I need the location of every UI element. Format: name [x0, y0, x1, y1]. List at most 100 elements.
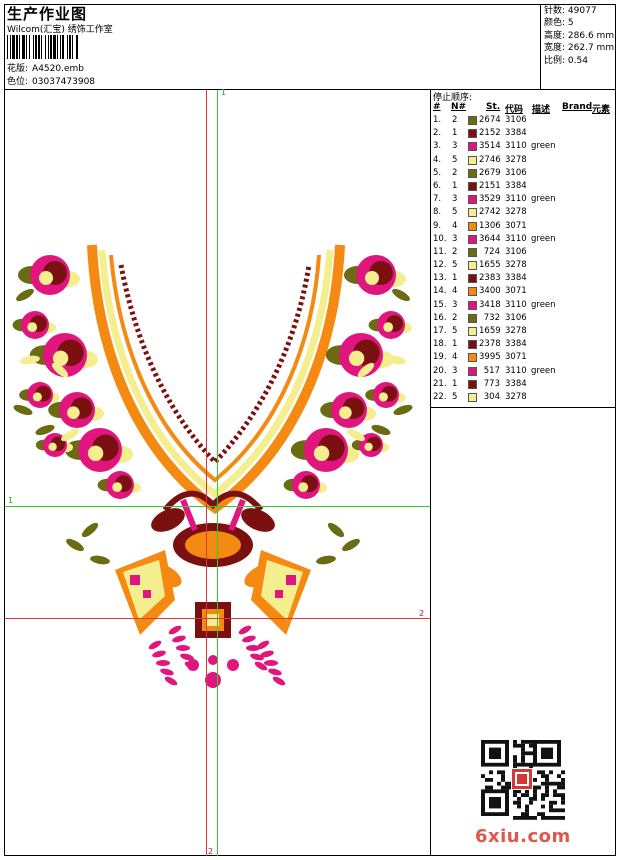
thread-swatch	[468, 208, 477, 218]
stop-color-number: 3	[452, 233, 458, 244]
stop-stitch-count: 3418	[479, 299, 501, 310]
stop-thread-code: 3106	[505, 312, 527, 323]
red-vertical-guide	[206, 90, 207, 856]
stop-description: green	[531, 233, 556, 244]
stop-thread-code: 3278	[505, 154, 527, 165]
stop-thread-code: 3278	[505, 260, 527, 271]
design-stats: 针数: 49077 颜色: 5 高度: 286.6 mm 宽度: 262.7 m…	[544, 5, 614, 67]
stop-stitch-count: 724	[483, 246, 500, 257]
color-sequence-label: 色位:	[7, 77, 29, 87]
panel-bottom-divider	[430, 407, 616, 408]
thread-swatch	[468, 142, 477, 152]
stop-stitch-count: 304	[483, 391, 500, 402]
stop-stitch-count: 517	[483, 365, 500, 376]
thread-swatch	[468, 261, 477, 271]
stop-index: 13.	[433, 273, 447, 284]
stop-stitch-count: 732	[483, 312, 500, 323]
stop-row: 17. 5 1659 3278	[433, 325, 615, 338]
thread-swatch	[468, 327, 477, 336]
red-vertical-guide-label: 2	[208, 847, 214, 856]
stop-stitch-count: 3400	[479, 286, 501, 297]
stop-row: 15. 3 3418 3110 green	[433, 299, 615, 312]
stop-color-number: 4	[452, 220, 458, 231]
green-vertical-guide	[217, 90, 218, 856]
stop-row: 6. 1 2151 3384	[433, 180, 615, 193]
site-watermark: 6xiu.com	[475, 826, 571, 847]
stop-thread-code: 3278	[505, 391, 527, 402]
thread-swatch	[468, 155, 477, 165]
stop-stitch-count: 3514	[479, 141, 501, 152]
stop-color-number: 1	[452, 180, 458, 191]
stop-row: 5. 2 2679 3106	[433, 167, 615, 180]
file-info: 花版: A4520.emb	[7, 61, 84, 74]
stop-color-number: 1	[452, 273, 458, 284]
stat-row: 高度: 286.6 mm	[544, 30, 615, 41]
stop-color-number: 4	[452, 352, 458, 363]
stop-row: 4. 5 2746 3278	[433, 154, 615, 167]
stop-sequence-table: 1. 2 2674 3106 2. 1 2152 3384 3. 3 3514 3110 green 4.…	[433, 114, 615, 404]
stop-color-number: 1	[452, 378, 458, 389]
thread-swatch	[468, 168, 477, 178]
stop-stitch-count: 1659	[479, 326, 501, 336]
stop-index: 16.	[433, 312, 447, 323]
thread-swatch	[468, 116, 477, 125]
green-horizontal-guide-label: 1	[8, 496, 14, 505]
stop-row: 2. 1 2152 3384	[433, 127, 615, 140]
stop-index: 18.	[433, 339, 447, 350]
stop-row: 18. 1 2378 3384	[433, 338, 615, 351]
stop-index: 17.	[433, 326, 447, 336]
stop-row: 8. 5 2742 3278	[433, 206, 615, 219]
stop-index: 5.	[433, 167, 442, 178]
stop-thread-code: 3278	[505, 207, 527, 218]
stop-color-number: 3	[452, 194, 458, 205]
thread-swatch	[468, 129, 477, 139]
studio-name: Wilcom(汇宝) 绣饰工作室	[7, 25, 113, 35]
thread-swatch	[468, 340, 477, 350]
stop-row: 14. 4 3400 3071	[433, 285, 615, 298]
stat-row: 比例: 0.54	[544, 55, 588, 66]
stop-thread-code: 3071	[505, 352, 527, 363]
stop-row: 19. 4 3995 3071	[433, 351, 615, 364]
stop-row: 12. 5 1655 3278	[433, 259, 615, 272]
stop-stitch-count: 2674	[479, 115, 501, 125]
stop-thread-code: 3106	[505, 115, 527, 125]
thread-swatch	[468, 247, 477, 257]
stop-index: 15.	[433, 299, 447, 310]
stop-thread-code: 3110	[505, 141, 527, 152]
thread-swatch	[468, 221, 477, 231]
red-horizontal-guide	[5, 618, 430, 619]
color-sequence-info: 色位: 03037473908	[7, 74, 95, 87]
thread-swatch	[468, 300, 477, 310]
stop-index: 10.	[433, 233, 447, 244]
stat-row: 宽度: 262.7 mm	[544, 43, 615, 54]
col-head-color: N#	[451, 102, 467, 112]
thread-swatch	[468, 379, 477, 389]
stop-row: 16. 2 732 3106	[433, 312, 615, 325]
stop-stitch-count: 2742	[479, 207, 501, 218]
stop-row: 3. 3 3514 3110 green	[433, 140, 615, 153]
thread-swatch	[468, 195, 477, 205]
stop-index: 22.	[433, 391, 447, 402]
stop-index: 20.	[433, 365, 447, 376]
stop-row: 20. 3 517 3110 green	[433, 365, 615, 378]
stop-color-number: 3	[452, 299, 458, 310]
stop-row: 22. 5 304 3278	[433, 391, 615, 404]
stat-row: 针数: 49077	[544, 6, 597, 16]
green-horizontal-guide	[5, 506, 430, 507]
red-horizontal-guide-label: 2	[419, 609, 425, 618]
stop-stitch-count: 1655	[479, 260, 501, 271]
thread-swatch	[468, 392, 477, 402]
stop-row: 11. 2 724 3106	[433, 246, 615, 259]
stop-row: 21. 1 773 3384	[433, 378, 615, 391]
stop-index: 14.	[433, 286, 447, 297]
stop-thread-code: 3106	[505, 167, 527, 178]
thread-swatch	[468, 313, 477, 323]
barcode-icon	[7, 35, 78, 59]
stop-color-number: 2	[452, 167, 458, 178]
stop-color-number: 2	[452, 246, 458, 257]
stop-stitch-count: 2746	[479, 154, 501, 165]
stop-stitch-count: 2383	[479, 273, 501, 284]
panel-divider	[430, 89, 431, 856]
stop-thread-code: 3071	[505, 286, 527, 297]
stop-color-number: 1	[452, 128, 458, 139]
